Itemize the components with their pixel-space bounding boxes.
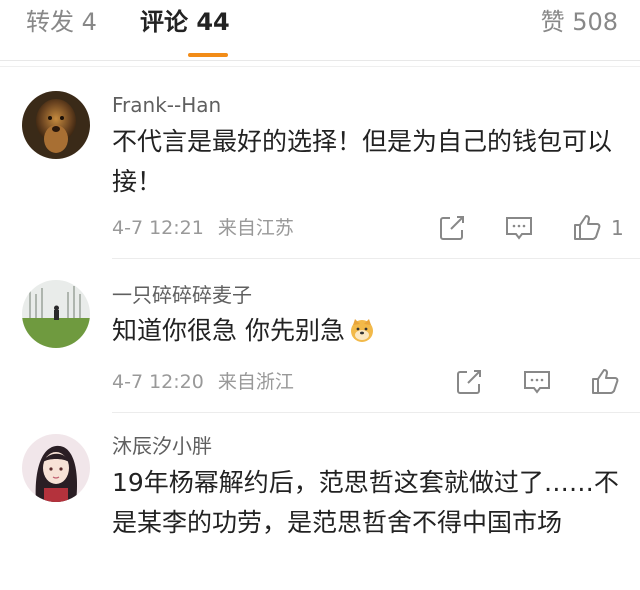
repost-icon[interactable] xyxy=(454,367,484,397)
divider xyxy=(112,258,640,259)
comment-location: 来自浙江 xyxy=(217,371,294,393)
avatar[interactable] xyxy=(22,91,90,159)
username[interactable]: Frank--Han xyxy=(112,92,221,118)
comment-text: 知道你很急 你先别急 xyxy=(112,311,628,351)
anime-avatar-image xyxy=(22,434,90,502)
comment-text: 19年杨幂解约后，范思哲这套就做过了……不是某李的功劳，是范思哲舍不得中国市场 xyxy=(112,468,619,537)
comment-text-content: 知道你很急 你先别急 xyxy=(112,316,345,345)
comment-location: 来自江苏 xyxy=(217,217,294,239)
comment-text: 不代言是最好的选择！但是为自己的钱包可以接！ xyxy=(112,127,613,196)
doge-emoji-icon xyxy=(349,317,375,343)
thumbs-up-icon[interactable] xyxy=(572,212,602,242)
comment-icon[interactable] xyxy=(522,367,552,397)
like-count: 1 xyxy=(611,216,624,240)
comment-tabs: 转发 4 评论 44 赞 508 xyxy=(0,0,640,57)
username[interactable]: 一只碎碎碎麦子 xyxy=(112,282,252,308)
active-tab-indicator xyxy=(188,53,228,57)
lion-avatar-image xyxy=(22,91,90,159)
comment-time: 4-7 12:21 xyxy=(112,217,204,239)
comment-time: 4-7 12:20 xyxy=(112,371,204,393)
divider xyxy=(112,412,640,413)
divider xyxy=(0,66,640,67)
divider xyxy=(0,60,640,61)
comment-meta: 4-7 12:20 来自浙江 xyxy=(112,369,294,395)
username[interactable]: 沐辰汐小胖 xyxy=(112,433,212,459)
comment-icon[interactable] xyxy=(504,213,534,243)
avatar[interactable] xyxy=(22,434,90,502)
tab-repost[interactable]: 转发 4 xyxy=(26,6,97,38)
comment-meta: 4-7 12:21 来自江苏 xyxy=(112,215,294,241)
tab-likes[interactable]: 赞 508 xyxy=(541,6,618,38)
thumbs-up-icon[interactable] xyxy=(590,366,620,396)
avatar[interactable] xyxy=(22,280,90,348)
tab-comment[interactable]: 评论 44 xyxy=(140,6,230,38)
field-avatar-image xyxy=(22,280,90,348)
repost-icon[interactable] xyxy=(437,213,467,243)
